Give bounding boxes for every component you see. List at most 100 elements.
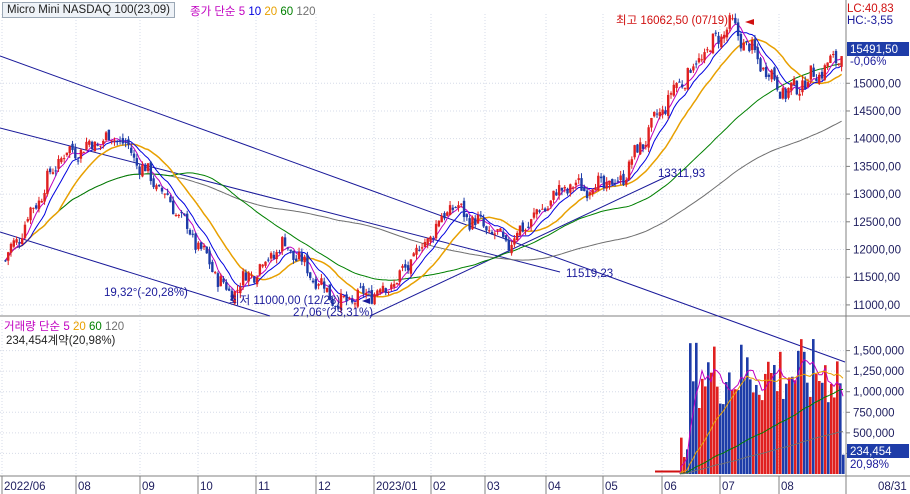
hc-label: HC:-3,55 — [847, 15, 893, 27]
price-y-tick-label: 15000,00 — [853, 78, 901, 90]
candle-body — [840, 56, 843, 67]
candle-body — [278, 252, 281, 254]
candle-body — [795, 80, 799, 95]
candle-body — [832, 54, 835, 56]
volume-bar — [821, 382, 824, 474]
candle-body — [381, 285, 385, 292]
candle-body — [121, 137, 125, 144]
candle-body — [510, 244, 513, 254]
candle-body — [138, 166, 141, 175]
candle-body — [446, 212, 449, 216]
candle-body — [555, 192, 558, 196]
candle-body — [247, 272, 250, 282]
candle-body — [364, 292, 368, 295]
candle-body — [552, 190, 555, 200]
candle-body — [588, 192, 592, 195]
volume-bar — [794, 380, 797, 474]
candle-body — [692, 66, 695, 71]
candle-body — [300, 253, 304, 262]
candle-body — [518, 225, 522, 236]
candle-body — [48, 168, 52, 173]
candle-body — [57, 158, 60, 169]
volume-y-tick-label: 1,000,000 — [853, 387, 904, 399]
candle-body — [714, 32, 717, 34]
candle-body — [706, 49, 709, 51]
candle-body — [303, 256, 306, 263]
candle-body — [93, 141, 97, 152]
volume-bar — [743, 379, 746, 474]
x-tick-label: 03 — [487, 481, 500, 493]
candle-body — [672, 84, 676, 96]
candle-body — [99, 145, 102, 147]
volume-bar — [716, 386, 719, 474]
candle-body — [348, 297, 351, 299]
candle-body — [720, 36, 723, 48]
candle-body — [96, 144, 99, 146]
candle-body — [406, 265, 410, 271]
candle-body — [12, 240, 15, 247]
candle-body — [158, 184, 161, 187]
candle-body — [627, 161, 631, 181]
candle-body — [762, 67, 765, 70]
candle-body — [569, 184, 572, 193]
candle-body — [543, 208, 547, 212]
candle-body — [708, 50, 712, 52]
chart-title-box[interactable]: Micro Mini NASDAQ 100(23,09) — [2, 2, 175, 18]
candle-body — [759, 58, 762, 72]
candle-body — [482, 218, 485, 227]
candle-body — [118, 140, 122, 142]
candle-body — [739, 33, 743, 49]
candle-body — [770, 70, 773, 80]
candle-body — [736, 22, 740, 36]
candle-body — [149, 162, 153, 182]
candle-body — [194, 233, 197, 250]
price-y-tick-label: 12000,00 — [853, 245, 901, 257]
low-annotation: 최저 11000,00 (12/28) — [229, 294, 340, 307]
candle-body — [675, 83, 678, 89]
candle-body — [527, 226, 530, 229]
candle-body — [625, 179, 628, 185]
candle-body — [311, 280, 315, 283]
candle-body — [521, 222, 524, 232]
candle-body — [697, 58, 701, 63]
candle-body — [420, 247, 424, 249]
candle-body — [356, 289, 359, 307]
candle-body — [239, 286, 242, 294]
candle-body — [23, 224, 27, 238]
candle-body — [211, 261, 214, 272]
ma-5-label: 5 — [238, 6, 246, 18]
volume-bar — [791, 376, 794, 474]
volume-bar — [833, 397, 836, 474]
volume-bar — [740, 344, 743, 474]
candle-body — [448, 205, 452, 216]
candle-body — [166, 193, 169, 195]
candle-body — [26, 219, 29, 222]
candle-body — [493, 233, 497, 235]
x-tick-label: 12 — [318, 481, 331, 493]
ma-20-label: 20 — [264, 6, 278, 18]
candle-body — [462, 200, 466, 217]
candle-body — [496, 229, 499, 231]
candle-body — [594, 187, 597, 191]
candle-body — [619, 175, 622, 181]
candle-body — [37, 200, 41, 210]
x-tick-label: 07 — [722, 481, 735, 493]
candle-body — [292, 250, 295, 260]
candle-body — [753, 39, 757, 51]
candle-body — [781, 88, 785, 99]
candle-body — [577, 178, 580, 181]
candle-body — [90, 141, 94, 149]
candle-body — [471, 216, 474, 230]
candle-body — [485, 226, 488, 231]
candle-body — [54, 170, 57, 172]
candle-body — [571, 187, 575, 189]
candle-body — [197, 242, 200, 250]
candle-body — [616, 180, 620, 182]
candle-body — [82, 151, 85, 153]
candle-body — [834, 50, 838, 64]
candle-body — [177, 215, 180, 217]
candle-body — [29, 207, 32, 221]
ma-60-label: 60 — [280, 6, 294, 18]
candle-body — [815, 78, 818, 82]
price-y-tick-label: 14500,00 — [853, 106, 901, 118]
